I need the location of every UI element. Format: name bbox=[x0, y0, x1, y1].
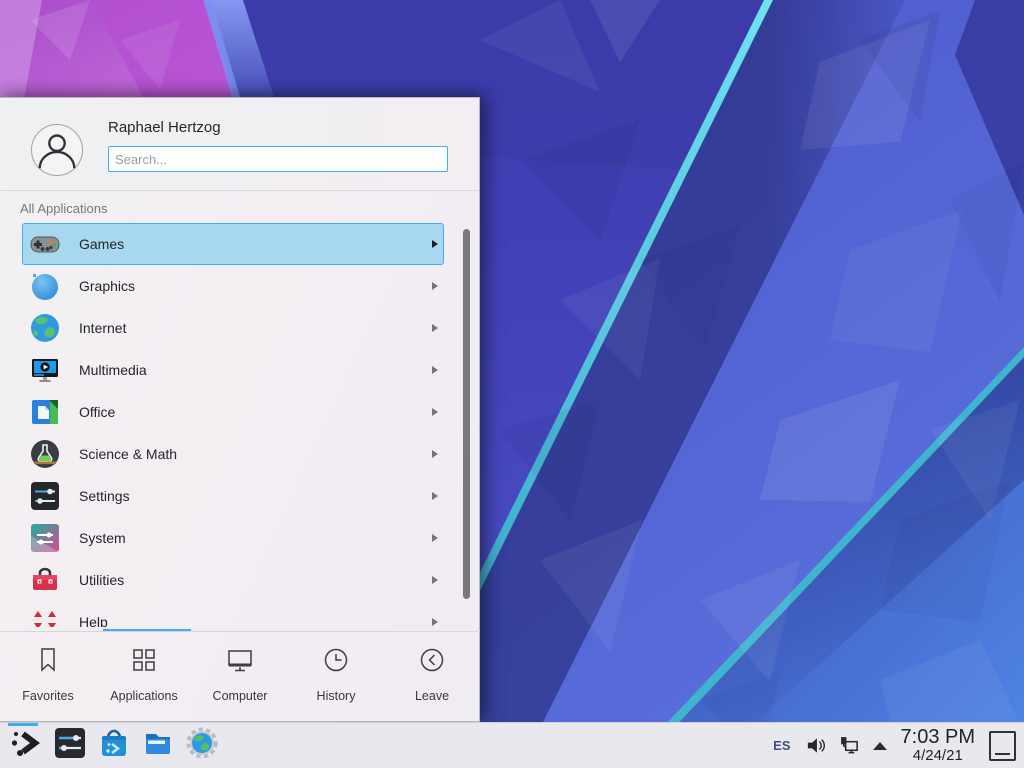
user-name: Raphael Hertzog bbox=[108, 119, 221, 136]
application-category-list: Games Graphics bbox=[0, 223, 480, 627]
system-settings-icon bbox=[53, 726, 87, 765]
taskbar: ES 7:03 PM 4/24/21 bbox=[0, 722, 1024, 768]
category-label: Games bbox=[79, 236, 124, 252]
submenu-arrow-icon bbox=[432, 408, 438, 416]
category-label: Help bbox=[79, 614, 108, 627]
discover-button[interactable] bbox=[92, 723, 136, 768]
category-label: Graphics bbox=[79, 278, 135, 294]
category-label: Multimedia bbox=[79, 362, 147, 378]
multimedia-icon bbox=[29, 354, 61, 386]
bookmark-icon bbox=[33, 645, 63, 680]
tab-label: History bbox=[317, 689, 356, 703]
settings-icon bbox=[29, 480, 61, 512]
list-item-system[interactable]: System bbox=[22, 517, 444, 559]
list-item-multimedia[interactable]: Multimedia bbox=[22, 349, 444, 391]
submenu-arrow-icon bbox=[432, 576, 438, 584]
application-launcher-icon bbox=[9, 726, 43, 765]
list-item-games[interactable]: Games bbox=[22, 223, 444, 265]
system-settings-button[interactable] bbox=[48, 723, 92, 768]
tab-computer[interactable]: Computer bbox=[192, 632, 288, 722]
category-label: Utilities bbox=[79, 572, 124, 588]
category-label: Science & Math bbox=[79, 446, 177, 462]
volume-icon[interactable] bbox=[805, 735, 826, 756]
application-launcher-button[interactable] bbox=[4, 723, 48, 768]
expand-tray-icon[interactable] bbox=[873, 742, 887, 750]
tab-history[interactable]: History bbox=[288, 632, 384, 722]
app-grid-icon bbox=[129, 645, 159, 680]
list-item-science[interactable]: Science & Math bbox=[22, 433, 444, 475]
clock-date: 4/24/21 bbox=[901, 748, 975, 764]
launcher-header: Raphael Hertzog bbox=[0, 98, 479, 191]
show-desktop-button[interactable] bbox=[989, 731, 1016, 761]
internet-icon bbox=[29, 312, 61, 344]
discover-icon bbox=[97, 726, 131, 765]
file-manager-button[interactable] bbox=[136, 723, 180, 768]
tab-label: Favorites bbox=[22, 689, 73, 703]
submenu-arrow-icon bbox=[432, 534, 438, 542]
taskbar-launchers bbox=[0, 723, 224, 768]
clock-icon bbox=[321, 645, 351, 680]
help-icon bbox=[29, 606, 61, 627]
launcher-tab-bar: Favorites Applications bbox=[0, 631, 480, 722]
submenu-arrow-icon bbox=[432, 282, 438, 290]
active-task-indicator bbox=[8, 723, 38, 726]
category-label: System bbox=[79, 530, 126, 546]
games-icon bbox=[29, 228, 61, 260]
file-manager-icon bbox=[141, 726, 175, 765]
list-item-utilities[interactable]: Utilities bbox=[22, 559, 444, 601]
submenu-arrow-icon bbox=[432, 240, 438, 248]
application-launcher-popup: Raphael Hertzog All Applications bbox=[0, 97, 480, 722]
user-avatar[interactable] bbox=[31, 124, 83, 176]
tab-applications[interactable]: Applications bbox=[96, 632, 192, 722]
tab-label: Leave bbox=[415, 689, 449, 703]
monitor-icon bbox=[225, 645, 255, 680]
graphics-icon bbox=[29, 270, 61, 302]
submenu-arrow-icon bbox=[432, 450, 438, 458]
section-label: All Applications bbox=[20, 201, 107, 216]
tab-leave[interactable]: Leave bbox=[384, 632, 480, 722]
system-icon bbox=[29, 522, 61, 554]
tab-label: Applications bbox=[110, 689, 177, 703]
list-item-settings[interactable]: Settings bbox=[22, 475, 444, 517]
category-label: Internet bbox=[79, 320, 126, 336]
list-item-office[interactable]: Office bbox=[22, 391, 444, 433]
submenu-arrow-icon bbox=[432, 324, 438, 332]
digital-clock[interactable]: 7:03 PM 4/24/21 bbox=[901, 727, 975, 763]
clock-time: 7:03 PM bbox=[901, 727, 975, 748]
tab-favorites[interactable]: Favorites bbox=[0, 632, 96, 722]
desktop: Raphael Hertzog All Applications bbox=[0, 0, 1024, 768]
office-icon bbox=[29, 396, 61, 428]
search-input[interactable] bbox=[108, 146, 448, 172]
leave-icon bbox=[417, 645, 447, 680]
system-tray: ES 7:03 PM 4/24/21 bbox=[773, 723, 1024, 768]
category-label: Office bbox=[79, 404, 115, 420]
list-item-help[interactable]: Help bbox=[22, 601, 444, 627]
submenu-arrow-icon bbox=[432, 618, 438, 626]
list-item-internet[interactable]: Internet bbox=[22, 307, 444, 349]
submenu-arrow-icon bbox=[432, 366, 438, 374]
web-browser-button[interactable] bbox=[180, 723, 224, 768]
submenu-arrow-icon bbox=[432, 492, 438, 500]
web-browser-icon bbox=[185, 726, 219, 765]
list-item-graphics[interactable]: Graphics bbox=[22, 265, 444, 307]
keyboard-layout-indicator[interactable]: ES bbox=[773, 738, 790, 753]
category-label: Settings bbox=[79, 488, 130, 504]
list-scrollbar[interactable] bbox=[463, 229, 470, 599]
tab-label: Computer bbox=[213, 689, 268, 703]
network-icon[interactable] bbox=[839, 735, 860, 756]
science-icon bbox=[29, 438, 61, 470]
utilities-icon bbox=[29, 564, 61, 596]
